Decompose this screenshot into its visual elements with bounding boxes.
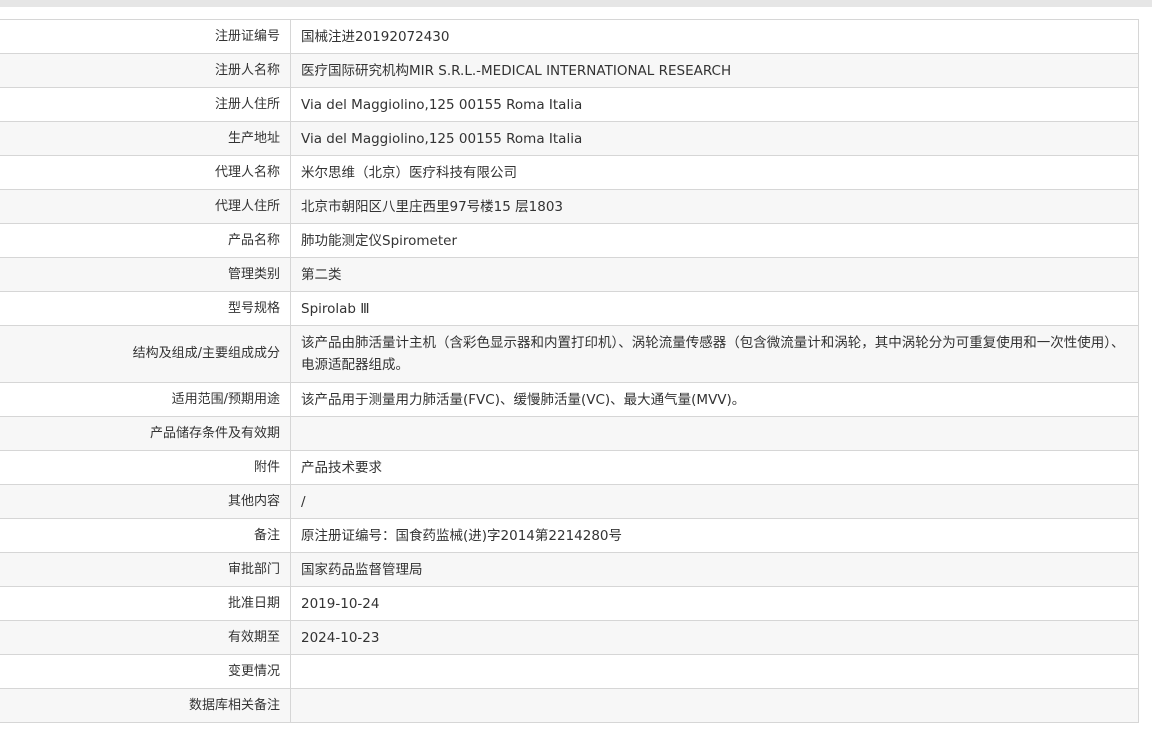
field-value [290,654,1139,689]
table-row: 变更情况 [0,654,1139,689]
field-label: 有效期至 [0,620,291,655]
field-value [290,688,1139,723]
field-value: 北京市朝阳区八里庄西里97号楼15 层1803 [290,189,1139,224]
field-label: 生产地址 [0,121,291,156]
registration-detail-table: 注册证编号 国械注进20192072430 注册人名称 医疗国际研究机构MIR … [0,19,1139,723]
field-label: 审批部门 [0,552,291,587]
table-row: 代理人住所 北京市朝阳区八里庄西里97号楼15 层1803 [0,189,1139,224]
field-value: 产品技术要求 [290,450,1139,485]
field-value: 2024-10-23 [290,620,1139,655]
field-value: 国家药品监督管理局 [290,552,1139,587]
field-value: 米尔思维（北京）医疗科技有限公司 [290,155,1139,190]
table-row: 有效期至 2024-10-23 [0,620,1139,655]
table-row: 适用范围/预期用途 该产品用于测量用力肺活量(FVC)、缓慢肺活量(VC)、最大… [0,382,1139,417]
table-row: 批准日期 2019-10-24 [0,586,1139,621]
table-row: 审批部门 国家药品监督管理局 [0,552,1139,587]
field-value: 该产品由肺活量计主机（含彩色显示器和内置打印机）、涡轮流量传感器（包含微流量计和… [290,325,1139,383]
field-value: 肺功能测定仪Spirometer [290,223,1139,258]
field-label: 注册人住所 [0,87,291,122]
field-label: 注册人名称 [0,53,291,88]
field-label: 管理类别 [0,257,291,292]
field-label: 型号规格 [0,291,291,326]
field-label: 适用范围/预期用途 [0,382,291,417]
field-value: 原注册证编号：国食药监械(进)字2014第2214280号 [290,518,1139,553]
field-label: 其他内容 [0,484,291,519]
field-value: Via del Maggiolino,125 00155 Roma Italia [290,87,1139,122]
field-value: 2019-10-24 [290,586,1139,621]
field-label: 产品储存条件及有效期 [0,416,291,451]
field-value: 医疗国际研究机构MIR S.R.L.-MEDICAL INTERNATIONAL… [290,53,1139,88]
table-row: 数据库相关备注 [0,688,1139,723]
field-value: Via del Maggiolino,125 00155 Roma Italia [290,121,1139,156]
table-row: 结构及组成/主要组成成分 该产品由肺活量计主机（含彩色显示器和内置打印机）、涡轮… [0,325,1139,383]
field-label: 结构及组成/主要组成成分 [0,325,291,383]
field-value [290,416,1139,451]
field-label: 代理人名称 [0,155,291,190]
field-label: 附件 [0,450,291,485]
table-row: 产品名称 肺功能测定仪Spirometer [0,223,1139,258]
field-label: 数据库相关备注 [0,688,291,723]
field-label: 变更情况 [0,654,291,689]
table-row: 注册人住所 Via del Maggiolino,125 00155 Roma … [0,87,1139,122]
table-row: 备注 原注册证编号：国食药监械(进)字2014第2214280号 [0,518,1139,553]
top-strip [0,0,1152,7]
field-value: 第二类 [290,257,1139,292]
field-value: Spirolab Ⅲ [290,291,1139,326]
field-label: 注册证编号 [0,19,291,54]
table-row: 其他内容 / [0,484,1139,519]
table-row: 注册人名称 医疗国际研究机构MIR S.R.L.-MEDICAL INTERNA… [0,53,1139,88]
field-label: 批准日期 [0,586,291,621]
field-label: 代理人住所 [0,189,291,224]
table-row: 管理类别 第二类 [0,257,1139,292]
table-row: 注册证编号 国械注进20192072430 [0,19,1139,54]
field-value: 该产品用于测量用力肺活量(FVC)、缓慢肺活量(VC)、最大通气量(MVV)。 [290,382,1139,417]
field-value: / [290,484,1139,519]
table-row: 生产地址 Via del Maggiolino,125 00155 Roma I… [0,121,1139,156]
table-row: 产品储存条件及有效期 [0,416,1139,451]
table-row: 型号规格 Spirolab Ⅲ [0,291,1139,326]
table-row: 附件 产品技术要求 [0,450,1139,485]
field-label: 产品名称 [0,223,291,258]
table-row: 代理人名称 米尔思维（北京）医疗科技有限公司 [0,155,1139,190]
field-value: 国械注进20192072430 [290,19,1139,54]
field-label: 备注 [0,518,291,553]
